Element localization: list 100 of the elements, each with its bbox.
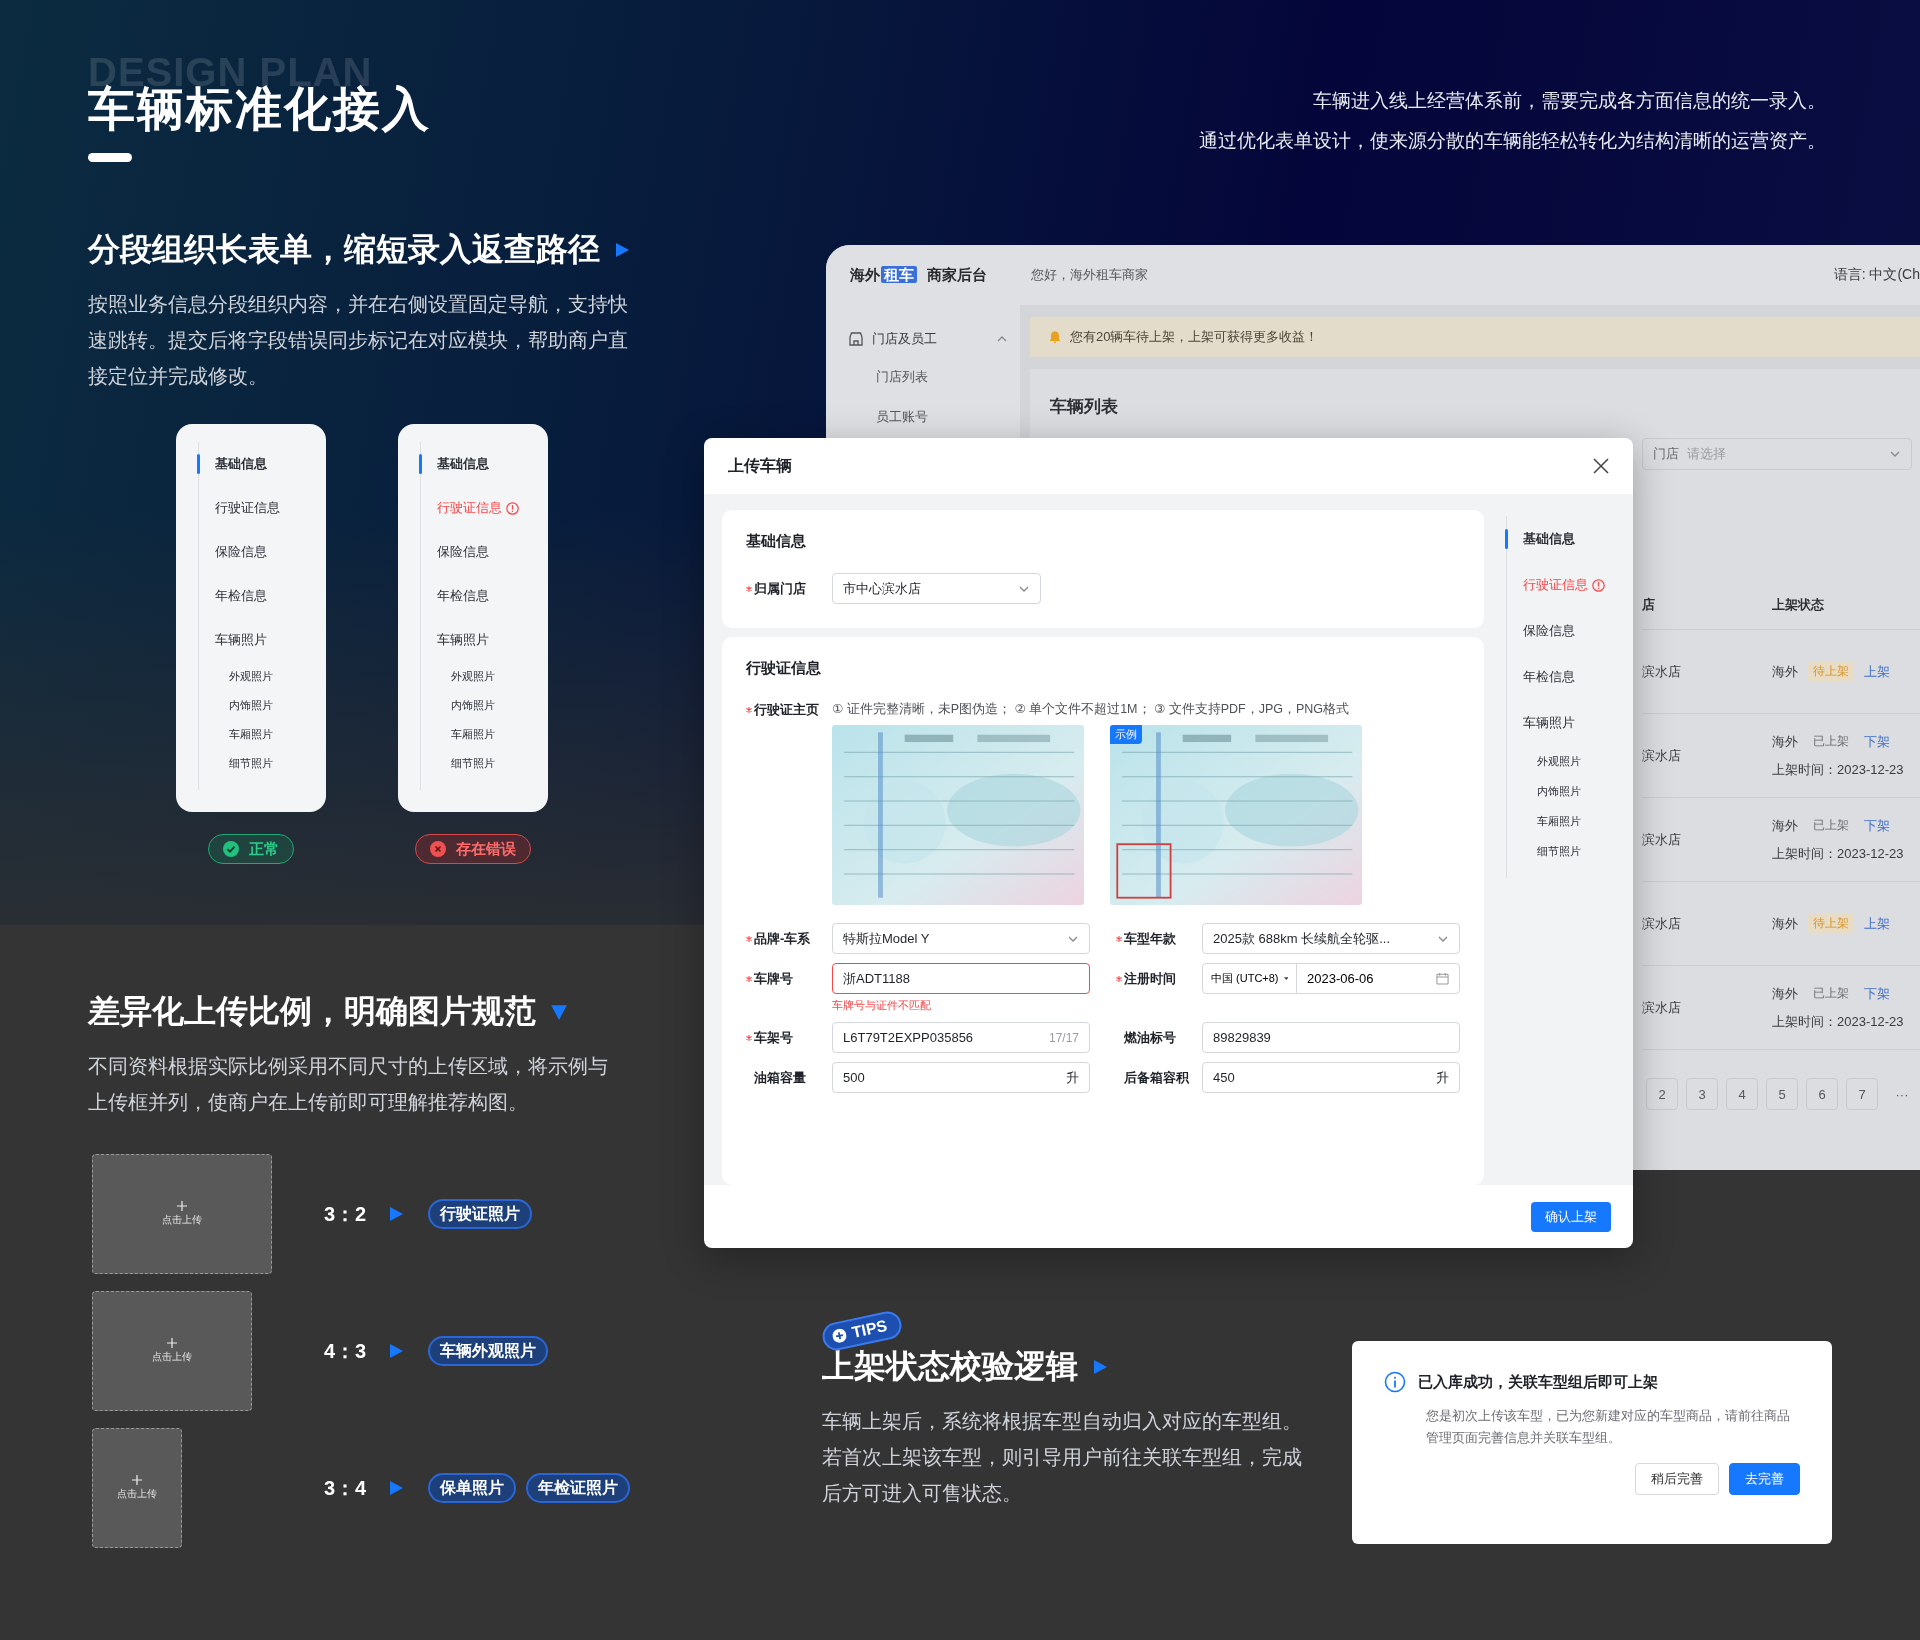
nav-subitem[interactable]: 内饰照片: [437, 691, 548, 721]
table-cell: 海外: [1772, 914, 1798, 933]
page-button[interactable]: 5: [1766, 1078, 1798, 1110]
notice-bar: 您有20辆车待上架，上架可获得更多收益！: [1030, 317, 1920, 357]
row-action-link[interactable]: 上架: [1864, 662, 1890, 681]
row-action-link[interactable]: 下架: [1864, 732, 1890, 751]
section-description: 不同资料根据实际比例采用不同尺寸的上传区域，将示例与上传框并列，使商户在上传前即可理解推荐构图。: [88, 1054, 608, 1115]
page-button[interactable]: 2: [1646, 1078, 1678, 1110]
input-field[interactable]: 浙ADT1188: [832, 963, 1090, 994]
row-action-link[interactable]: 上架: [1864, 914, 1890, 933]
column-header: 上架状态: [1772, 595, 1825, 614]
nav-item[interactable]: 保险信息: [1523, 608, 1605, 654]
nav-subitem[interactable]: 细节照片: [437, 749, 548, 779]
nav-item[interactable]: 年检信息: [1523, 654, 1605, 700]
nav-item[interactable]: 年检信息: [437, 574, 548, 619]
nav-subitem[interactable]: 车厢照片: [437, 720, 548, 750]
dialog-title: 上传车辆: [728, 455, 792, 476]
sidebar-group[interactable]: 门店及员工: [838, 321, 1008, 357]
status-badge: 存在错误: [415, 834, 531, 865]
ratio-label: 4：3: [324, 1338, 368, 1364]
table-cell: 海外: [1772, 984, 1798, 1003]
table-cell-text: 滨水店: [1642, 998, 1682, 1017]
store-filter[interactable]: 门店 请选择: [1642, 438, 1912, 470]
field-label: 车牌号: [746, 963, 832, 994]
column-header: 店: [1642, 595, 1656, 614]
field-label: 车型年款: [1116, 923, 1202, 954]
upload-box[interactable]: 点击上传: [92, 1428, 182, 1548]
field-label: 油箱容量: [753, 1068, 807, 1087]
nav-item[interactable]: 行驶证信息: [215, 486, 326, 531]
sidebar-item[interactable]: 门店列表: [838, 357, 1008, 397]
nav-subitem[interactable]: 车厢照片: [215, 720, 326, 750]
page-button[interactable]: 3: [1686, 1078, 1718, 1110]
field-label: 行驶证主页: [746, 694, 832, 725]
section-description: 车辆上架后，系统将根据车型自动归入对应的车型组。若首次上架该车型，则引导用户前往关联车型组，完成后方可进入可售状态。: [822, 1409, 1303, 1506]
table-cell-text: 滨水店: [1642, 914, 1682, 933]
row-action-link[interactable]: 下架: [1864, 984, 1890, 1003]
page-button[interactable]: 4: [1726, 1078, 1758, 1110]
field-label: 归属门店: [746, 573, 832, 604]
error-message: 车牌号与证件不匹配: [832, 998, 932, 1013]
input-field[interactable]: 89829839: [1202, 1022, 1460, 1053]
nav-subitem[interactable]: 外观照片: [1523, 746, 1605, 776]
confirm-button[interactable]: 确认上架: [1531, 1201, 1611, 1232]
upload-box[interactable]: 点击上传: [92, 1291, 252, 1411]
table-cell-text: 滨水店: [1642, 662, 1682, 681]
nav-item[interactable]: 基础信息: [1523, 516, 1605, 562]
photo-type-tag: 车辆外观照片: [428, 1336, 548, 1366]
language-selector[interactable]: 语言: 中文(Ch: [1833, 266, 1920, 284]
page-title: 车辆列表: [1050, 396, 1119, 418]
secondary-button[interactable]: 稍后完善: [1635, 1463, 1719, 1495]
nav-item[interactable]: 保险信息: [437, 530, 548, 575]
table-cell: 海外: [1772, 732, 1798, 751]
field-label: 注册时间: [1116, 963, 1202, 994]
select-field[interactable]: 特斯拉Model Y: [832, 923, 1090, 954]
status-tag: 待上架: [1808, 662, 1854, 681]
section-title: 分段组织长表单，缩短录入返查路径: [88, 230, 600, 270]
nav-subitem[interactable]: 外观照片: [437, 662, 548, 692]
upload-box[interactable]: 点击上传: [92, 1154, 272, 1274]
card-title: 基础信息: [746, 532, 807, 551]
nav-item[interactable]: 车辆照片: [1523, 700, 1605, 746]
upload-hint: ① 证件完整清晰，未P图伪造； ② 单个文件不超过1M； ③ 文件支持PDF，JPG，PNG格式: [832, 701, 1350, 718]
table-cell-text: 滨水店: [1642, 830, 1682, 849]
nav-subitem[interactable]: 车厢照片: [1523, 806, 1605, 836]
nav-subitem[interactable]: 内饰照片: [1523, 776, 1605, 806]
nav-item[interactable]: 基础信息: [437, 442, 548, 487]
sample-badge: 示例: [1110, 725, 1142, 744]
table-cell: 海外: [1772, 816, 1798, 835]
dialog-title: 已入库成功，关联车型组后即可上架: [1418, 1372, 1658, 1392]
nav-subitem[interactable]: 外观照片: [215, 662, 326, 692]
nav-item[interactable]: 保险信息: [215, 530, 326, 575]
section-description: 按照业务信息分段组织内容，并在右侧设置固定导航，支持快速跳转。提交后将字段错误同步标记在对应模块，帮助商户直接定位并完成修改。: [88, 292, 629, 390]
nav-subitem[interactable]: 细节照片: [215, 749, 326, 779]
page-button[interactable]: 7: [1846, 1078, 1878, 1110]
photo-type-tag: 年检证照片: [526, 1473, 630, 1503]
intro-text: 车辆进入线上经营体系前，需要完成各方面信息的统一录入。: [1313, 89, 1826, 113]
intro-text: 通过优化表单设计，使来源分散的车辆能轻松转化为结构清晰的运营资产。: [1199, 129, 1826, 153]
nav-item[interactable]: 车辆照片: [215, 618, 326, 663]
nav-subitem[interactable]: 细节照片: [1523, 836, 1605, 866]
table-cell-text: 上架时间：2023-12-23: [1772, 845, 1905, 863]
table-cell-text: 滨水店: [1642, 746, 1682, 765]
nav-item[interactable]: 车辆照片: [437, 618, 548, 663]
input-field[interactable]: 500 升: [832, 1062, 1090, 1093]
page-button[interactable]: 6: [1806, 1078, 1838, 1110]
select-field[interactable]: 市中心滨水店: [832, 573, 1041, 604]
sidebar-item[interactable]: 员工账号: [838, 397, 1008, 437]
input-field[interactable]: L6T79T2EXPP035856 17/17: [832, 1022, 1090, 1053]
field-label: 燃油标号: [1123, 1028, 1177, 1047]
greeting-text: 您好，海外租车商家: [1031, 266, 1148, 284]
nav-item[interactable]: 年检信息: [215, 574, 326, 619]
page-button[interactable]: ···: [1886, 1078, 1918, 1110]
select-field[interactable]: 2025款 688km 长续航全轮驱...: [1202, 923, 1460, 954]
primary-button[interactable]: 去完善: [1729, 1463, 1800, 1495]
field-label: 车架号: [746, 1022, 832, 1053]
nav-item[interactable]: 基础信息: [215, 442, 326, 487]
section-title: 差异化上传比例，明确图片规范: [88, 992, 536, 1031]
input-field[interactable]: 450 升: [1202, 1062, 1460, 1093]
field-label: 品牌-车系: [746, 923, 832, 954]
ratio-label: 3：4: [324, 1475, 368, 1501]
nav-subitem[interactable]: 内饰照片: [215, 691, 326, 721]
table-cell-text: 上架时间：2023-12-23: [1772, 1013, 1905, 1031]
row-action-link[interactable]: 下架: [1864, 816, 1890, 835]
